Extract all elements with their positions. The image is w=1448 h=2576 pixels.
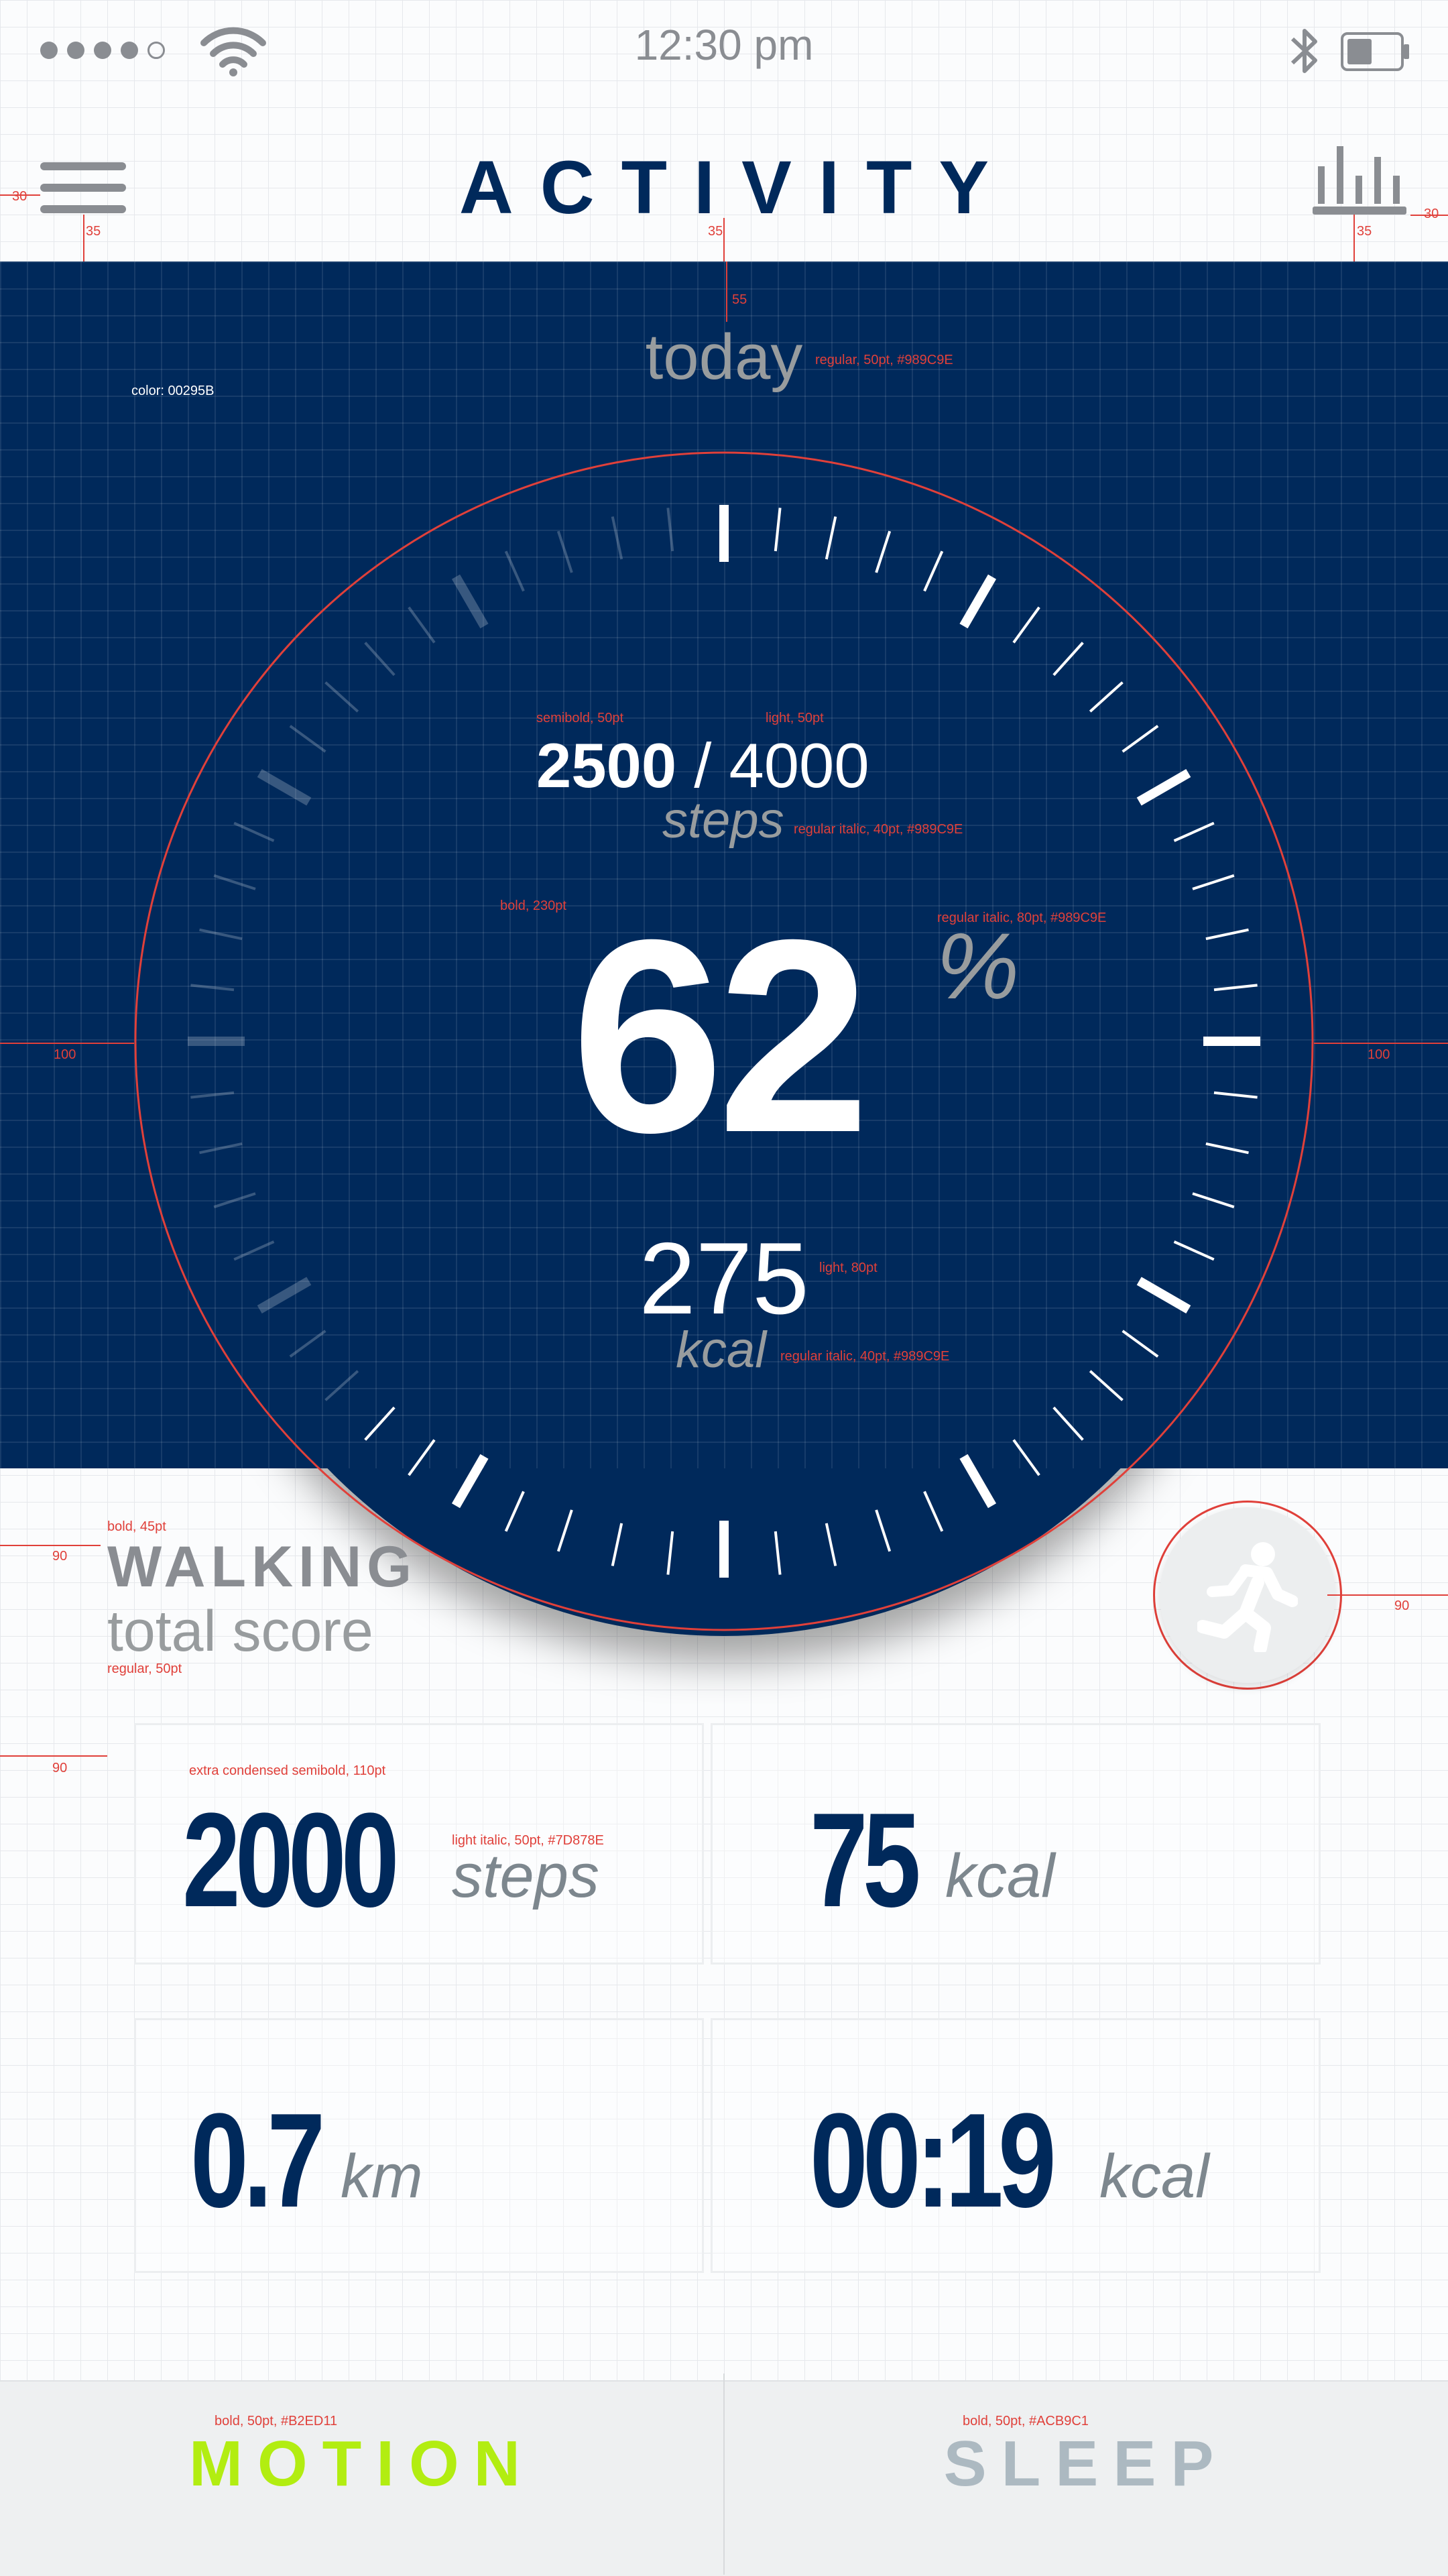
spec-annotation: bold, 45pt: [107, 1519, 166, 1534]
color-annotation: color: 00295B: [131, 384, 215, 398]
percent-value: 62: [570, 882, 870, 1189]
dial-tick: [556, 1509, 573, 1552]
dial-tick: [611, 1523, 623, 1566]
stat-unit: km: [341, 2142, 423, 2211]
dial-tick: [1173, 1240, 1215, 1261]
today-label: today: [645, 321, 803, 393]
walking-title: WALKING: [107, 1535, 418, 1599]
spec-annotation: semibold, 50pt: [536, 711, 624, 725]
dial-tick: [257, 1277, 312, 1314]
margin-annotation: 55: [732, 292, 747, 307]
dial-tick: [825, 1523, 837, 1566]
dial-tick: [1173, 821, 1215, 842]
dial-tick: [1136, 768, 1191, 806]
stat-value: 0.7: [190, 2086, 325, 2235]
dial-tick: [451, 574, 489, 629]
dial-tick: [213, 1192, 256, 1209]
dial-tick: [923, 1490, 944, 1532]
margin-annotation: 90: [52, 1549, 68, 1564]
walking-mode-button[interactable]: [1160, 1507, 1335, 1683]
dial-tick: [1192, 1192, 1235, 1209]
dial-tick: [1089, 681, 1124, 713]
dial-tick: [1205, 928, 1249, 941]
stat-unit: kcal: [1099, 2142, 1209, 2211]
dial-tick: [923, 550, 944, 592]
dial-tick: [875, 530, 892, 573]
dial-tick: [666, 508, 674, 552]
dial-tick: [324, 1370, 359, 1401]
dial-tick: [1205, 1142, 1249, 1155]
dial-tick: [233, 821, 275, 842]
stat-value: 00:19: [810, 2086, 1057, 2235]
margin-annotation: 100: [1368, 1047, 1390, 1062]
dial-tick: [257, 768, 312, 806]
stat-unit: steps: [452, 1842, 599, 1910]
dial-tick: [1213, 984, 1258, 992]
dial-tick: [774, 508, 782, 552]
dial-tick: [233, 1240, 275, 1261]
tab-sleep[interactable]: SLEEP: [724, 2427, 1448, 2501]
kcal-value: 275: [639, 1222, 809, 1336]
spec-annotation: regular italic, 80pt, #989C9E: [937, 911, 1107, 925]
dial-tick: [666, 1531, 674, 1575]
kcal-unit: kcal: [676, 1322, 767, 1379]
dial-tick: [504, 550, 525, 592]
dial-tick: [1089, 1370, 1124, 1401]
percent-sign: %: [936, 913, 1020, 1018]
dial-tick: [504, 1490, 525, 1532]
dial-tick: [1136, 1277, 1191, 1314]
dial-tick: [1122, 1330, 1159, 1358]
spec-annotation: light, 80pt: [819, 1261, 878, 1275]
spec-annotation: regular italic, 40pt, #989C9E: [794, 822, 963, 837]
dial-tick: [959, 1454, 997, 1509]
spec-annotation: light, 50pt: [766, 711, 824, 725]
margin-annotation: 100: [54, 1047, 76, 1062]
dial-tick: [611, 516, 623, 560]
dial-tick: [364, 1406, 396, 1441]
dial-tick: [825, 516, 837, 560]
steps-goal: / 4000: [694, 730, 869, 801]
dial-tick: [190, 1091, 235, 1099]
dial-tick: [774, 1531, 782, 1575]
walking-person-icon: [1197, 1542, 1298, 1652]
spec-annotation: regular, 50pt, #989C9E: [815, 353, 953, 367]
dial-tick: [1192, 874, 1235, 890]
dial-tick: [289, 1330, 326, 1358]
spec-annotation: extra condensed semibold, 110pt: [189, 1763, 386, 1778]
dial-tick: [213, 874, 256, 890]
dial-tick: [190, 984, 235, 992]
margin-annotation: 90: [1394, 1598, 1410, 1613]
stat-value: 75: [810, 1785, 921, 1935]
dial-tick: [364, 642, 396, 677]
dial-tick: [959, 574, 997, 629]
dial-tick: [1213, 1091, 1258, 1099]
dial-tick: [199, 1142, 243, 1155]
walking-subtitle: total score: [107, 1599, 373, 1663]
dial-tick: [1052, 642, 1084, 677]
dial-tick: [408, 1439, 436, 1476]
steps-current: 2500: [536, 730, 677, 801]
spec-annotation: regular italic, 40pt, #989C9E: [780, 1349, 950, 1364]
stat-value: 2000: [182, 1785, 400, 1935]
dial-tick: [556, 530, 573, 573]
dial-tick: [875, 1509, 892, 1552]
steps-unit: steps: [662, 792, 784, 849]
dial-tick: [451, 1454, 489, 1509]
dial-tick: [408, 606, 436, 644]
stat-unit: kcal: [945, 1842, 1055, 1910]
dial-tick: [324, 681, 359, 713]
dial-tick: [1052, 1406, 1084, 1441]
dial-tick: [1012, 1439, 1040, 1476]
spec-annotation: regular, 50pt: [107, 1661, 182, 1676]
dial-tick: [199, 928, 243, 941]
dial-tick: [289, 725, 326, 753]
dial-tick: [1122, 725, 1159, 753]
tab-motion[interactable]: MOTION: [0, 2427, 724, 2501]
dial-tick: [1012, 606, 1040, 644]
margin-annotation: 90: [52, 1761, 68, 1775]
